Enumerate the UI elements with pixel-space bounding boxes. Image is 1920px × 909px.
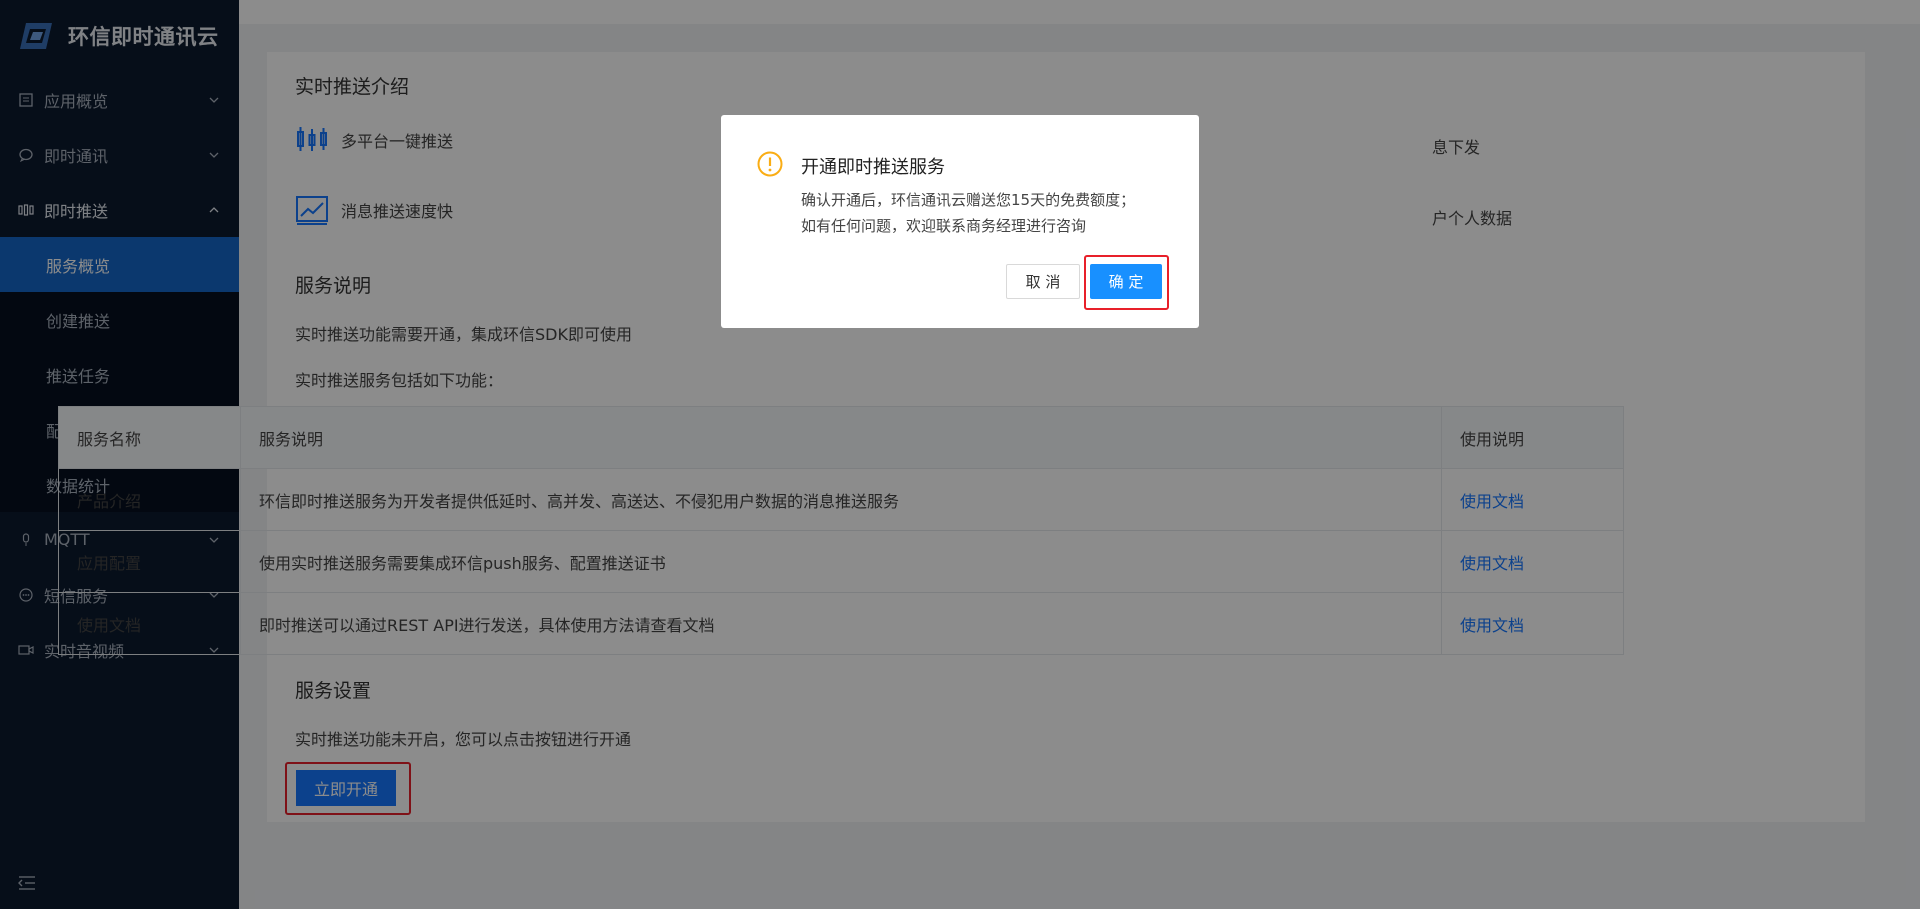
dialog-line: 如有任何问题，欢迎联系商务经理进行咨询 <box>801 217 1087 235</box>
dialog-line: 确认开通后，环信通讯云赠送您15天的免费额度； <box>801 191 1136 209</box>
highlight-box <box>1084 255 1169 310</box>
cancel-button[interactable]: 取 消 <box>1006 264 1080 299</box>
dialog-title: 开通即时推送服务 <box>801 157 945 178</box>
warning-icon <box>757 151 783 177</box>
dialog-content: 确认开通后，环信通讯云赠送您15天的免费额度； 如有任何问题，欢迎联系商务经理进… <box>801 187 1181 239</box>
